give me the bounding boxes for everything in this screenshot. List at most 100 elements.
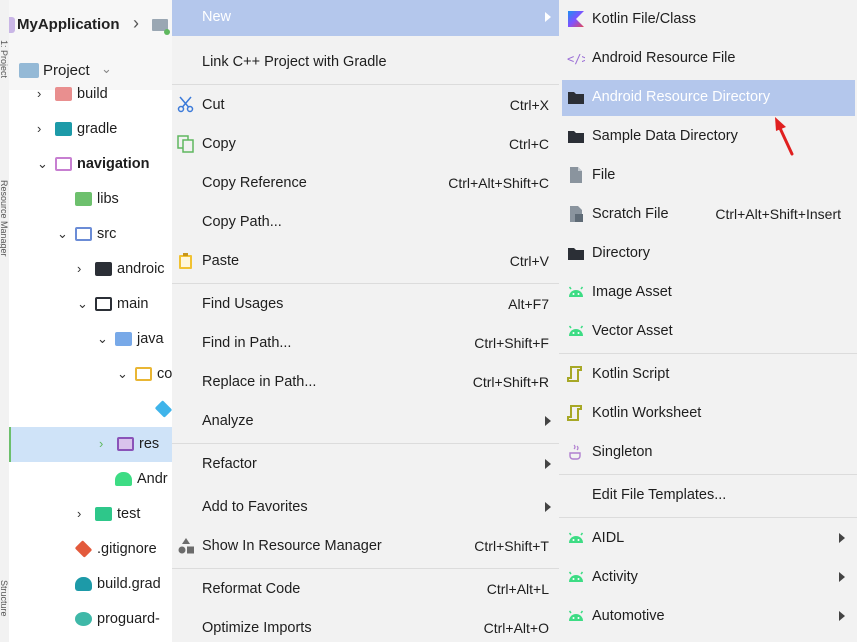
tree-item-proguard[interactable]: proguard- <box>9 602 172 637</box>
res-folder-icon <box>117 437 134 451</box>
tree-item-test[interactable]: › test <box>9 497 172 532</box>
chevron-down-icon[interactable]: ⌄ <box>117 366 128 382</box>
chevron-down-icon[interactable]: ⌄ <box>77 296 88 312</box>
menu-item-replace-in-path[interactable]: Replace in Path... Ctrl+Shift+R <box>172 365 559 401</box>
tree-item-androic[interactable]: › androic <box>9 252 172 287</box>
menu-item-paste[interactable]: Paste Ctrl+V <box>172 244 559 280</box>
submenu-item-activity[interactable]: Activity <box>559 560 857 596</box>
app-logo-icon <box>9 17 15 33</box>
tree-item-label: build.grad <box>97 576 161 592</box>
tree-item-label: .gitignore <box>97 541 157 557</box>
structure-tool-tab[interactable]: Structure <box>0 580 9 617</box>
submenu-item-sample-data-directory[interactable]: Sample Data Directory <box>559 119 857 155</box>
menu-item-copy[interactable]: Copy Ctrl+C <box>172 127 559 163</box>
submenu-item-automotive[interactable]: Automotive <box>559 599 857 635</box>
submenu-item-directory[interactable]: Directory <box>559 236 857 272</box>
menu-item-label: Find Usages <box>202 296 284 312</box>
context-menu: New Link C++ Project with Gradle Cut Ctrl+X… <box>172 0 559 642</box>
menu-item-link-c-project-with-gradle[interactable]: Link C++ Project with Gradle <box>172 45 559 81</box>
chevron-down-icon[interactable]: ⌄ <box>37 156 48 172</box>
menu-item-show-in-resource-manager[interactable]: Show In Resource Manager Ctrl+Shift+T <box>172 529 559 565</box>
menu-item-optimize-imports[interactable]: Optimize Imports Ctrl+Alt+O <box>172 611 559 642</box>
menu-item-copy-path[interactable]: Copy Path... <box>172 205 559 241</box>
chevron-down-icon[interactable]: ⌄ <box>57 226 68 242</box>
build-folder-icon <box>55 87 72 101</box>
module-folder-icon <box>55 157 72 171</box>
shortcut-label: Ctrl+Alt+Shift+Insert <box>715 206 841 222</box>
menu-item-label: New <box>202 9 232 25</box>
menu-item-refactor[interactable]: Refactor <box>172 447 559 483</box>
tree-item-label: build <box>77 86 108 102</box>
tree-item-res[interactable]: › res <box>9 427 172 462</box>
menu-item-analyze[interactable]: Analyze <box>172 404 559 440</box>
shortcut-label: Ctrl+Shift+T <box>474 538 549 554</box>
tree-item-navigation[interactable]: ⌄ navigation <box>9 147 172 182</box>
menu-separator <box>172 443 559 444</box>
submenu-item-label: File <box>592 167 616 183</box>
tree-item-src[interactable]: ⌄ src <box>9 217 172 252</box>
submenu-item-file[interactable]: File <box>559 158 857 194</box>
submenu-item-android-resource-directory[interactable]: Android Resource Directory <box>562 80 855 116</box>
chevron-down-icon[interactable]: ⌄ <box>97 331 108 347</box>
tree-item-co[interactable]: ⌄ co <box>9 357 172 392</box>
resource-manager-tool-tab[interactable]: Resource Manager <box>0 180 9 257</box>
submenu-arrow-icon <box>545 502 551 512</box>
menu-item-label: Show In Resource Manager <box>202 538 382 554</box>
submenu-item-vector-asset[interactable]: Vector Asset <box>559 314 857 350</box>
submenu-item-label: Kotlin File/Class <box>592 11 696 27</box>
tree-item-libs[interactable]: libs <box>9 182 172 217</box>
submenu-item-label: Kotlin Worksheet <box>592 405 702 421</box>
menu-item-reformat-code[interactable]: Reformat Code Ctrl+Alt+L <box>172 572 559 608</box>
clipboard-icon <box>177 252 195 270</box>
menu-item-add-to-favorites[interactable]: Add to Favorites <box>172 490 559 526</box>
file-icon <box>567 166 585 184</box>
tree-item-build[interactable]: › build <box>9 77 172 112</box>
submenu-item-edit-file-templates[interactable]: Edit File Templates... <box>559 478 857 514</box>
tree-item-build-grad[interactable]: build.grad <box>9 567 172 602</box>
menu-item-copy-reference[interactable]: Copy Reference Ctrl+Alt+Shift+C <box>172 166 559 202</box>
tree-item-class[interactable] <box>9 392 172 427</box>
project-view-icon <box>19 63 39 78</box>
app-name[interactable]: MyApplication <box>17 16 120 33</box>
project-panel: MyApplication › Project ⌄ › build › gradle ⌄… <box>9 0 172 642</box>
copy-icon <box>177 135 195 153</box>
submenu-item-android-resource-file[interactable]: </> Android Resource File <box>559 41 857 77</box>
menu-item-label: Copy <box>202 136 236 152</box>
menu-item-new[interactable]: New <box>172 0 559 36</box>
package-icon <box>135 367 152 381</box>
submenu-item-label: Image Asset <box>592 284 672 300</box>
submenu-item-kotlin-script[interactable]: Kotlin Script <box>559 357 857 393</box>
tree-item-andr[interactable]: Andr <box>9 462 172 497</box>
submenu-item-image-asset[interactable]: Image Asset <box>559 275 857 311</box>
submenu-item-kotlin-file-class[interactable]: Kotlin File/Class <box>559 2 857 38</box>
chevron-right-icon[interactable]: › <box>37 86 41 101</box>
chevron-right-icon[interactable]: › <box>77 506 81 521</box>
menu-item-label: Copy Reference <box>202 175 307 191</box>
submenu-item-scratch-file[interactable]: Scratch File Ctrl+Alt+Shift+Insert <box>559 197 857 233</box>
tree-item-label: androic <box>117 261 165 277</box>
chevron-right-icon[interactable]: › <box>99 436 103 451</box>
shortcut-label: Alt+F7 <box>508 296 549 312</box>
tree-item-gradle[interactable]: › gradle <box>9 112 172 147</box>
chevron-right-icon[interactable]: › <box>77 261 81 276</box>
project-tool-tab[interactable]: 1: Project <box>0 40 9 78</box>
menu-item-find-in-path[interactable]: Find in Path... Ctrl+Shift+F <box>172 326 559 362</box>
tree-item-label: main <box>117 296 149 312</box>
menu-separator <box>559 474 857 475</box>
tree-item-java[interactable]: ⌄ java <box>9 322 172 357</box>
submenu-item-singleton[interactable]: Singleton <box>559 435 857 471</box>
git-icon <box>74 540 93 558</box>
scissors-icon <box>177 96 195 114</box>
tree-item-gitignore[interactable]: .gitignore <box>9 532 172 567</box>
submenu-item-aidl[interactable]: AIDL <box>559 521 857 557</box>
android-icon <box>567 568 585 586</box>
chevron-down-icon[interactable]: ⌄ <box>101 61 112 77</box>
submenu-item-label: Android Resource Directory <box>592 89 771 105</box>
menu-item-cut[interactable]: Cut Ctrl+X <box>172 88 559 124</box>
chevron-right-icon[interactable]: › <box>37 121 41 136</box>
tree-item-main[interactable]: ⌄ main <box>9 287 172 322</box>
submenu-item-kotlin-worksheet[interactable]: Kotlin Worksheet <box>559 396 857 432</box>
java-cup-icon <box>567 443 585 461</box>
proguard-icon <box>75 612 92 626</box>
menu-item-find-usages[interactable]: Find Usages Alt+F7 <box>172 287 559 323</box>
